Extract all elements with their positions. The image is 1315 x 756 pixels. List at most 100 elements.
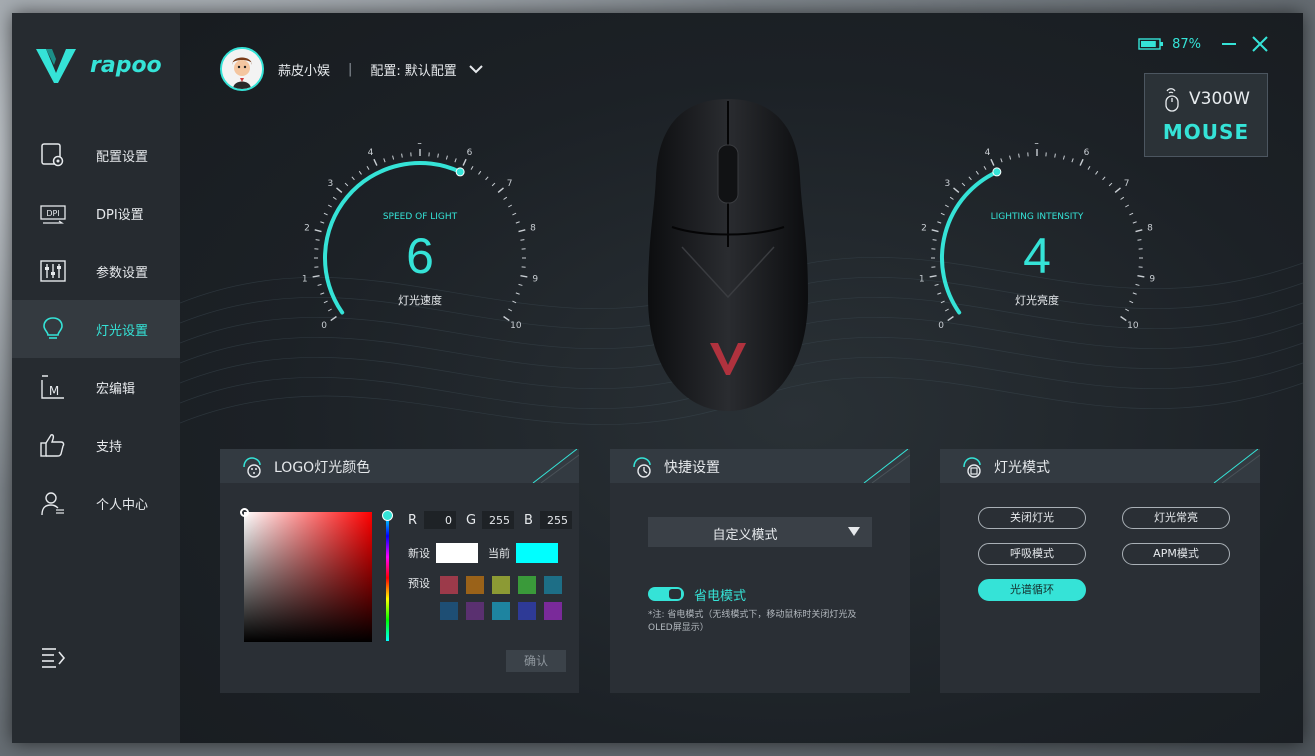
gauge-tick-label: 4	[368, 148, 374, 158]
gauge-tick	[336, 187, 343, 193]
gauge-tick	[508, 308, 513, 312]
gauge-tick	[491, 182, 496, 187]
gauge-tick	[1000, 158, 1003, 163]
gauge-tick-label: 5	[1034, 143, 1040, 147]
panel-title: LOGO灯光颜色	[274, 460, 371, 476]
preset-color-swatch[interactable]	[466, 576, 484, 594]
config-settings-icon	[41, 143, 64, 167]
quick-settings-icon	[633, 457, 651, 478]
sidebar-item-label: 参数设置	[96, 265, 149, 281]
gauge-value: 6	[406, 228, 434, 284]
wireless-mouse-icon	[1165, 88, 1179, 112]
rgb-inputs: R G B	[408, 511, 582, 529]
gauge-tick	[968, 176, 972, 181]
svg-text:DPI: DPI	[46, 209, 59, 218]
chevron-down-icon[interactable]	[469, 64, 483, 74]
preset-color-swatch[interactable]	[440, 602, 458, 620]
gauge-tick	[392, 155, 395, 160]
sidebar-item-support[interactable]: 支持	[12, 416, 180, 474]
minimize-icon[interactable]	[1221, 36, 1237, 52]
lightbulb-icon	[43, 317, 63, 339]
gauge-tick	[949, 196, 954, 200]
picker-handle[interactable]	[240, 508, 249, 517]
preset-color-swatch[interactable]	[492, 576, 510, 594]
gauge-knob[interactable]	[455, 167, 465, 177]
gauge-tick	[503, 196, 508, 200]
gauge-tick	[327, 204, 332, 208]
device-type: MOUSE	[1162, 120, 1250, 144]
preset-label: 预设	[408, 577, 430, 590]
gauge-tick	[1095, 170, 1099, 175]
hue-slider[interactable]	[382, 510, 393, 641]
header-accent-icon	[863, 449, 910, 483]
preset-color-swatch[interactable]	[544, 576, 562, 594]
mode-dropdown[interactable]: 自定义模式	[648, 517, 872, 547]
brand-name: rapoo	[90, 52, 162, 78]
current-color-swatch[interactable]	[516, 543, 558, 563]
lighting-mode-panel: 灯光模式 关闭灯光 灯光常亮 呼吸模式 APM模式 光谱循环	[940, 449, 1260, 693]
sidebar: rapoo 配置设置 DPI DPI设置 参数设置 灯光设置 M 宏编辑 支持 …	[12, 13, 180, 743]
speed-gauge[interactable]: 012345678910 SPEED OF LIGHT 6 灯光速度	[300, 143, 540, 343]
gauge-tick-label: 3	[945, 179, 951, 189]
sidebar-item-label: 个人中心	[96, 497, 149, 513]
gauge-tick	[1125, 308, 1130, 312]
mode-breathing-button[interactable]: 呼吸模式	[978, 543, 1086, 565]
power-save-toggle[interactable]	[648, 587, 684, 601]
gauge-tick	[1009, 155, 1012, 160]
preset-color-swatch[interactable]	[518, 602, 536, 620]
g-input[interactable]	[482, 511, 514, 529]
preset-color-swatch[interactable]	[544, 602, 562, 620]
hue-slider-handle[interactable]	[382, 510, 393, 521]
gauge-tick-label: 0	[938, 321, 944, 331]
sidebar-item-lighting[interactable]: 灯光设置	[12, 300, 180, 358]
user-bar: 蒜皮小娱 | 配置: 默认配置	[220, 47, 483, 91]
mode-off-button[interactable]: 关闭灯光	[978, 507, 1086, 529]
confirm-button[interactable]: 确认	[506, 650, 566, 672]
palette-icon	[243, 457, 261, 478]
thumbs-up-icon	[40, 434, 65, 457]
preset-color-swatch[interactable]	[440, 576, 458, 594]
gauge-tick	[961, 182, 966, 187]
sidebar-item-dpi[interactable]: DPI DPI设置	[12, 184, 180, 242]
preset-color-swatch[interactable]	[492, 602, 510, 620]
gauge-label: 灯光速度	[398, 294, 442, 307]
device-name: V300W	[1189, 89, 1250, 109]
profile-value[interactable]: 默认配置	[405, 60, 457, 79]
gauge-tick	[944, 204, 949, 208]
gauge-tick	[358, 170, 362, 175]
avatar[interactable]	[220, 47, 264, 91]
gauge-tick-label: 7	[507, 179, 513, 189]
device-card[interactable]: V300W MOUSE	[1144, 73, 1268, 157]
gauge-label: 灯光亮度	[1015, 294, 1059, 307]
new-color-swatch[interactable]	[436, 543, 478, 563]
toggle-knob	[669, 589, 681, 599]
mode-apm-button[interactable]: APM模式	[1122, 543, 1230, 565]
quick-settings-panel: 快捷设置 自定义模式 省电模式 *注: 省电模式（无线模式下，移动鼠标时关闭灯光…	[610, 449, 910, 693]
color-spectrum-picker[interactable]	[240, 508, 372, 642]
mode-spectrum-button[interactable]: 光谱循环	[978, 579, 1086, 601]
gauge-tick	[497, 187, 504, 193]
brightness-gauge[interactable]: 012345678910 LIGHTING INTENSITY 4 灯光亮度	[917, 143, 1157, 343]
close-icon[interactable]	[1251, 35, 1269, 53]
logo-color-panel: LOGO灯光颜色 R G B 新设 当前 预设	[220, 449, 579, 693]
power-save-note: *注: 省电模式（无线模式下，移动鼠标时关闭灯光及OLED屏显示）	[648, 610, 857, 633]
r-input[interactable]	[424, 511, 456, 529]
sidebar-item-macro[interactable]: M 宏编辑	[12, 358, 180, 416]
preset-color-swatch[interactable]	[518, 576, 536, 594]
preset-color-swatch[interactable]	[466, 602, 484, 620]
b-input[interactable]	[540, 511, 572, 529]
mode-static-button[interactable]: 灯光常亮	[1122, 507, 1230, 529]
sidebar-item-config[interactable]: 配置设置	[12, 126, 180, 184]
sidebar-item-profile[interactable]: 个人中心	[12, 474, 180, 532]
sidebar-item-params[interactable]: 参数设置	[12, 242, 180, 300]
collapse-menu-icon[interactable]	[40, 646, 66, 668]
gauge-tick	[1054, 153, 1056, 158]
username: 蒜皮小娱	[278, 63, 331, 79]
gauge-knob[interactable]	[992, 167, 1002, 177]
gauge-tick-label: 7	[1124, 179, 1130, 189]
gauge-tick	[944, 308, 949, 312]
r-label: R	[408, 512, 418, 528]
gauge-tick	[1071, 158, 1074, 163]
gauge-tick	[1120, 315, 1127, 322]
g-label: G	[466, 512, 477, 528]
